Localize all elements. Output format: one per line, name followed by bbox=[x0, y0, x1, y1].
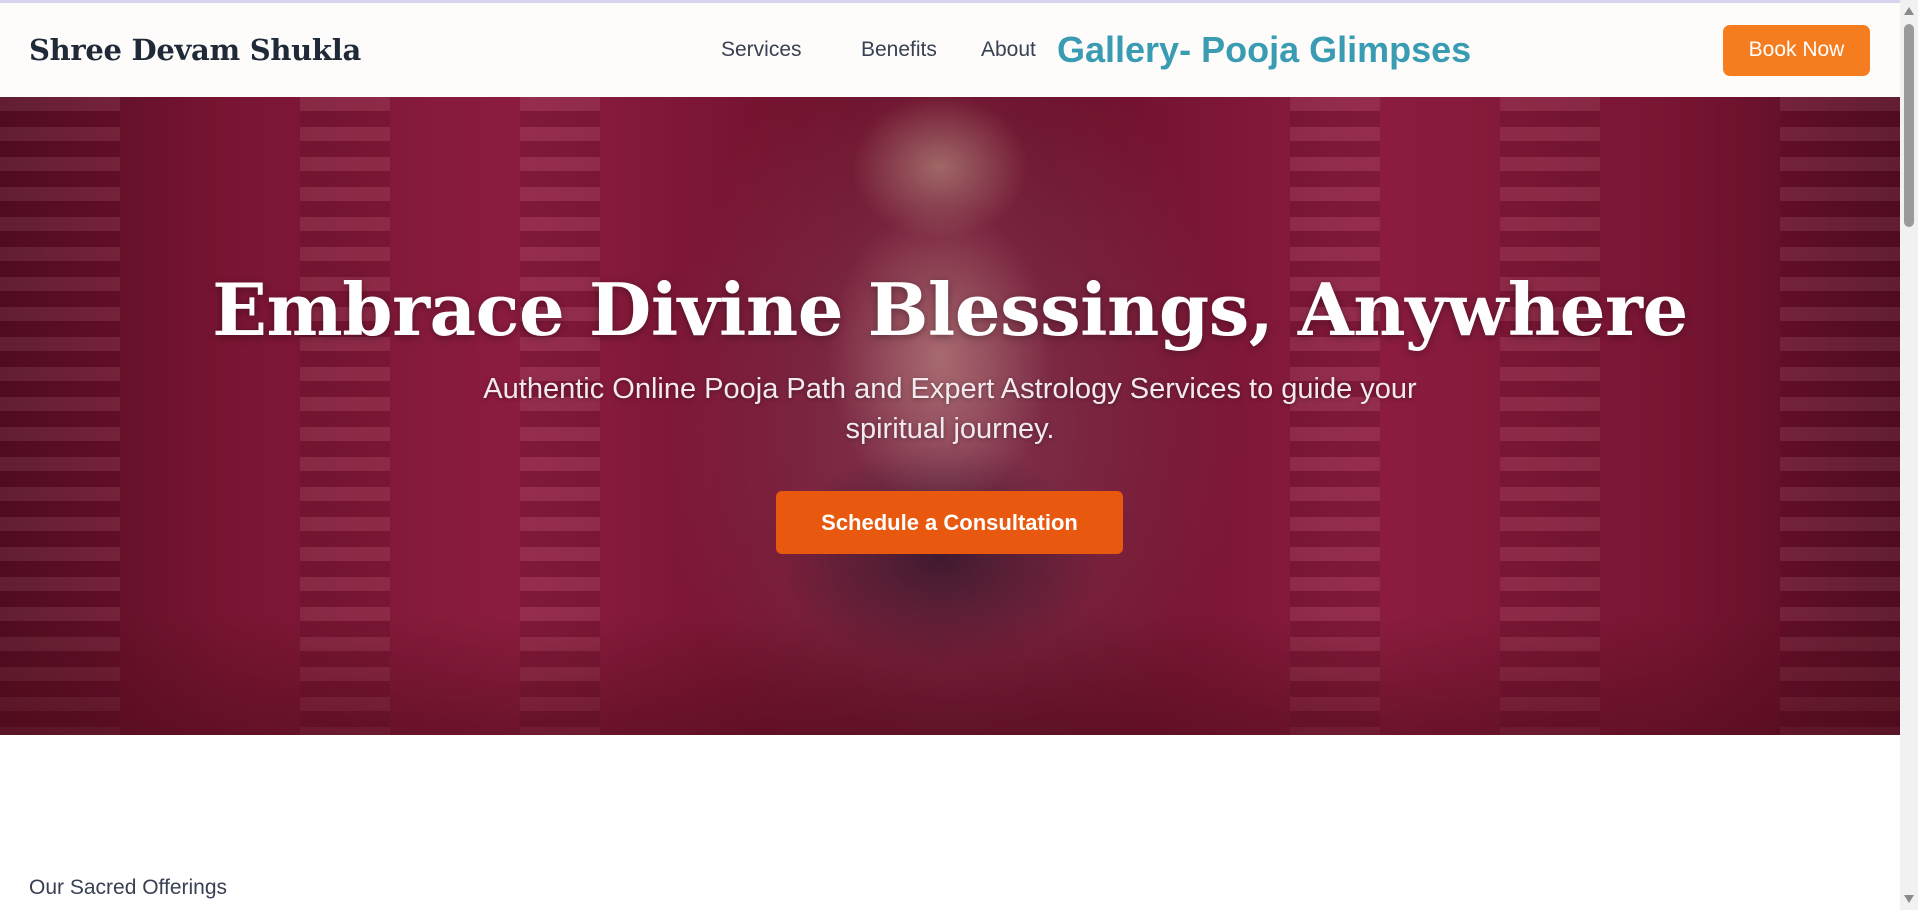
hero-title: Embrace Divine Blessings, Anywhere bbox=[212, 267, 1688, 352]
nav-link-about[interactable]: About bbox=[981, 38, 1036, 62]
hero-subtitle: Authentic Online Pooja Path and Expert A… bbox=[483, 373, 1417, 445]
nav-link-benefits[interactable]: Benefits bbox=[861, 38, 937, 62]
site-header: Shree Devam Shukla Services Benefits Abo… bbox=[0, 3, 1900, 97]
offerings-section-label: Our Sacred Offerings bbox=[29, 876, 228, 899]
scroll-down-arrow-icon[interactable] bbox=[1904, 895, 1914, 903]
book-now-button[interactable]: Book Now bbox=[1723, 24, 1870, 76]
nav-link-services[interactable]: Services bbox=[721, 38, 802, 62]
brand-logo-text[interactable]: Shree Devam Shukla bbox=[29, 33, 361, 67]
page-scrollbar[interactable] bbox=[1900, 0, 1918, 910]
scroll-up-arrow-icon[interactable] bbox=[1904, 7, 1914, 15]
hero-banner: Embrace Divine Blessings, Anywhere Authe… bbox=[0, 97, 1900, 735]
nav-link-gallery[interactable]: Gallery- Pooja Glimpses bbox=[1057, 29, 1471, 71]
schedule-consultation-button[interactable]: Schedule a Consultation bbox=[776, 491, 1123, 554]
scrollbar-thumb[interactable] bbox=[1904, 24, 1914, 227]
